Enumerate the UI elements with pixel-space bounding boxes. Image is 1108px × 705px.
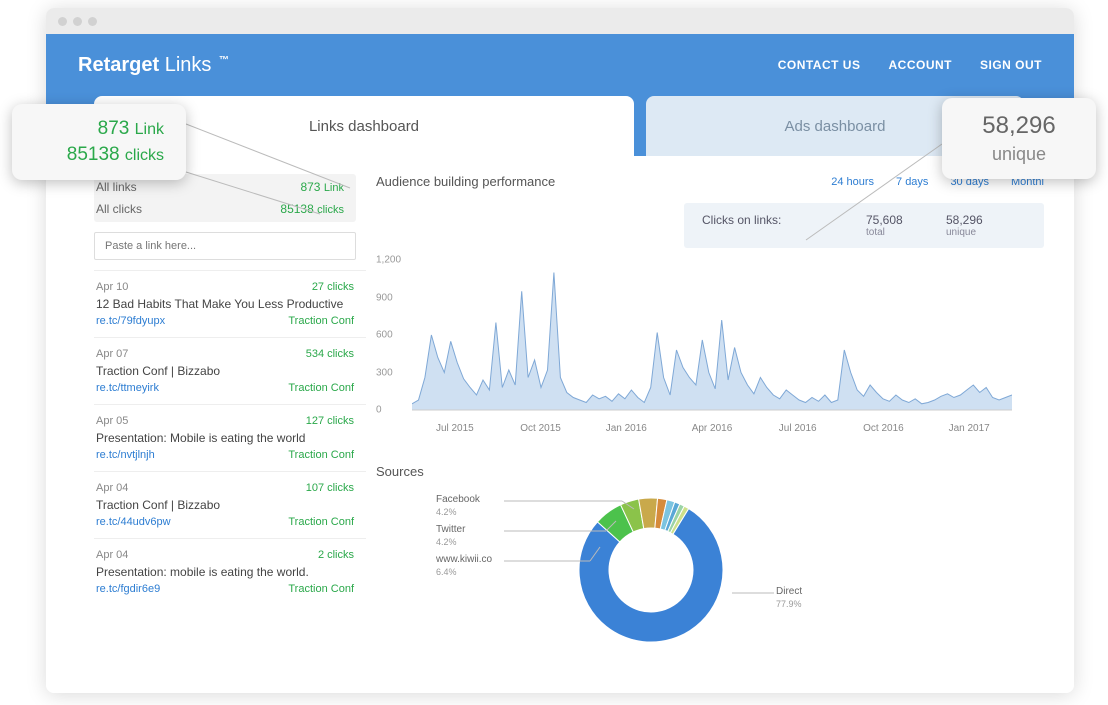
callout-stats: 873 Link 85138 clicks (12, 104, 186, 180)
callout-unique: 58,296 unique (942, 98, 1096, 179)
callout-u: Link (135, 121, 164, 138)
callout-v: 85138 (67, 144, 120, 165)
callout-u: clicks (125, 147, 164, 164)
callout-unique-lbl: unique (964, 144, 1074, 165)
callout-links: 873 Link (34, 118, 164, 140)
callout-v: 873 (98, 118, 130, 139)
callout-clicks: 85138 clicks (34, 144, 164, 166)
callout-unique-val: 58,296 (964, 112, 1074, 140)
